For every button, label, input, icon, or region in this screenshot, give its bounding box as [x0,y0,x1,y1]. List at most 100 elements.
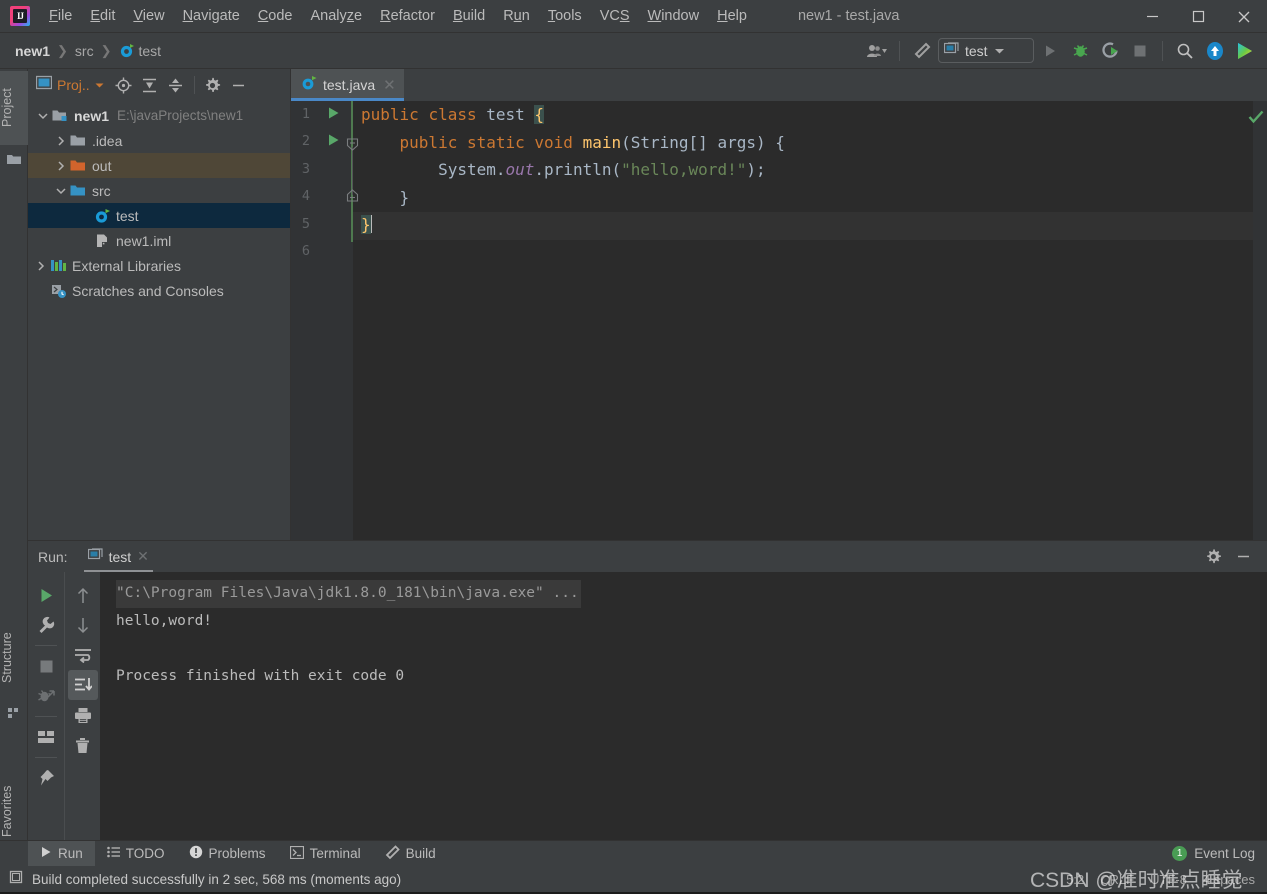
wrench-settings-icon[interactable] [31,610,61,640]
sidebar-item-structure[interactable]: Structure [0,617,28,699]
folder-icon [70,132,87,149]
tool-button-build[interactable]: Build [373,841,448,867]
tree-node-iml[interactable]: new1.iml [28,228,290,253]
soft-wrap-icon[interactable] [68,640,98,670]
line-number: 4 [301,188,310,204]
breadcrumb-item-test[interactable]: test [116,42,165,60]
todo-icon [106,846,120,861]
console-output[interactable]: "C:\Program Files\Java\jdk1.8.0_181\bin\… [100,572,1267,840]
run-gutter-icon[interactable] [327,133,340,152]
run-toolbar-right [64,572,100,840]
close-icon[interactable]: ✕ [383,78,396,93]
close-icon[interactable] [1221,0,1267,33]
tool-button-problems[interactable]: Problems [177,841,278,867]
tree-node-src[interactable]: src [28,178,290,203]
run-panel-header-actions [1201,545,1267,569]
layout-icon[interactable] [31,722,61,752]
menu-view[interactable]: View [124,5,173,27]
caret-position[interactable]: 5:2 [1066,872,1084,887]
run-configuration-selector[interactable]: test [938,38,1034,63]
run-icon[interactable] [1036,38,1064,64]
editor-tab-test-java[interactable]: test.java ✕ [291,69,404,101]
pin-icon[interactable] [31,763,61,793]
menu-code[interactable]: Code [249,5,302,27]
expand-all-icon[interactable] [138,73,162,97]
debug-icon[interactable] [1066,38,1094,64]
editor-gutter[interactable]: 1 2 3 4 5 6 [291,101,353,540]
hammer-build-icon[interactable] [908,38,936,64]
menu-navigate[interactable]: Navigate [174,5,249,27]
gear-icon[interactable] [201,73,225,97]
stop-icon[interactable] [31,651,61,681]
menu-help[interactable]: Help [708,5,756,27]
user-avatar-icon[interactable] [863,38,891,64]
code-line-1: public class test { [361,105,545,124]
trash-icon[interactable] [68,730,98,760]
stop-icon[interactable] [1126,38,1154,64]
tree-node-out[interactable]: out [28,153,290,178]
checkmark-ok-icon[interactable] [1248,110,1264,129]
line-number: 5 [301,216,310,232]
menu-vcs[interactable]: VCS [591,5,639,27]
tree-node-test[interactable]: test [28,203,290,228]
stop-debug-icon[interactable] [31,681,61,711]
tree-node-idea[interactable]: .idea [28,128,290,153]
menu-build[interactable]: Build [444,5,494,27]
tree-node-scratches[interactable]: Scratches and Consoles [28,278,290,303]
arrow-down-icon[interactable] [68,610,98,640]
search-everywhere-icon[interactable] [1171,38,1199,64]
project-panel-title[interactable]: Proj.. [35,75,104,95]
sidebar-item-project[interactable]: Project [0,71,28,145]
locate-icon[interactable] [112,73,136,97]
project-folder-icon [6,151,22,167]
chevron-right-icon[interactable] [52,160,70,171]
run-gutter-icon[interactable] [327,106,340,125]
code-text[interactable]: public class test { public static void m… [353,101,1267,540]
tree-node-new1[interactable]: new1 E:\javaProjects\new1 [28,103,290,128]
collapse-all-icon[interactable] [164,73,188,97]
chevron-down-icon[interactable] [34,112,52,120]
ide-assistant-icon[interactable] [1231,38,1259,64]
breadcrumb-item-src[interactable]: src [72,42,97,60]
indent-setting[interactable]: 4 spaces [1203,872,1255,887]
menu-tools[interactable]: Tools [539,5,591,27]
update-project-icon[interactable] [1201,38,1229,64]
file-encoding[interactable]: UTF-8 [1150,872,1187,887]
build-hammer-icon [385,844,400,863]
main-toolbar: new1 ❯ src ❯ test test [0,33,1267,69]
chevron-right-icon[interactable] [52,135,70,146]
line-separator[interactable]: CRLF [1100,872,1134,887]
breadcrumb-test-label: test [138,42,162,59]
status-widget-icon[interactable] [8,869,24,890]
menu-edit[interactable]: Edit [81,5,124,27]
rerun-icon[interactable] [31,580,61,610]
tool-button-run[interactable]: Run [28,840,95,867]
chevron-down-icon [994,42,1005,60]
chevron-right-icon[interactable] [32,260,50,271]
minimize-icon[interactable] [1129,0,1175,33]
menu-refactor[interactable]: Refactor [371,5,444,27]
project-tool-window: Proj.. new1 E:\javaProjects\new1 .idea o… [28,69,291,540]
run-panel-tab-test[interactable]: test ✕ [82,541,155,572]
event-log-button[interactable]: 1 Event Log [1172,846,1267,861]
maximize-icon[interactable] [1175,0,1221,33]
menu-window[interactable]: Window [639,5,709,27]
run-coverage-icon[interactable] [1096,38,1124,64]
tool-button-terminal[interactable]: Terminal [278,841,373,867]
arrow-up-icon[interactable] [68,580,98,610]
editor-marker-gutter[interactable] [1248,101,1267,540]
minimize-icon[interactable] [1231,545,1255,569]
menu-analyze[interactable]: Analyze [302,5,372,27]
tool-button-todo[interactable]: TODO [95,841,177,867]
tree-node-external-libraries[interactable]: External Libraries [28,253,290,278]
code-editor[interactable]: 1 2 3 4 5 6 public class test { public s… [291,101,1267,540]
menu-file[interactable]: File [40,5,81,27]
gear-icon[interactable] [1201,545,1225,569]
menu-run[interactable]: Run [494,5,539,27]
chevron-down-icon[interactable] [52,187,70,195]
scroll-to-end-icon[interactable] [67,670,98,700]
print-icon[interactable] [68,700,98,730]
close-icon[interactable]: ✕ [137,548,149,565]
minimize-icon[interactable] [227,73,251,97]
breadcrumb-item-project[interactable]: new1 [12,42,53,60]
